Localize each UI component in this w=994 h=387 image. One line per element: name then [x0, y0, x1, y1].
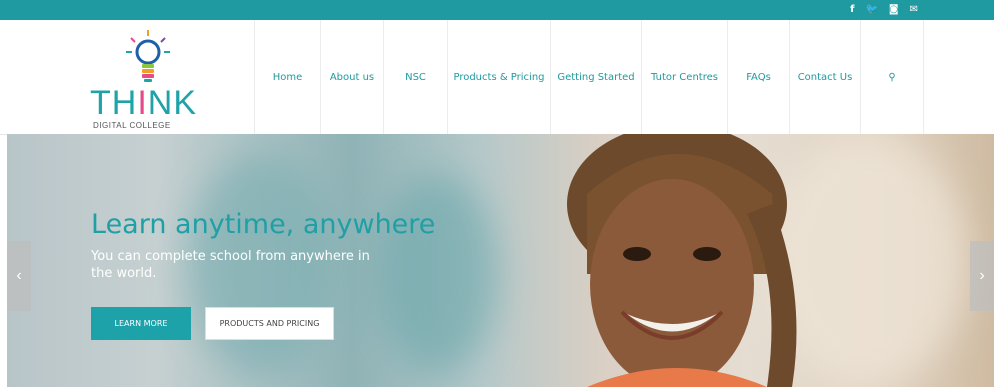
hero-slider: Learn anytime, anywhere You can complete… [7, 134, 994, 387]
nav-item-tutor-centres[interactable]: Tutor Centres [641, 20, 727, 134]
logo-tagline: DIGITAL COLLEGE [93, 121, 171, 130]
next-slide-button[interactable]: › [970, 241, 994, 311]
nav-item-getting-started[interactable]: Getting Started [550, 20, 641, 134]
twitter-icon[interactable]: 🐦 [865, 3, 877, 17]
student-photo [567, 134, 797, 387]
products-pricing-button[interactable]: PRODUCTS AND PRICING [205, 307, 334, 340]
logo[interactable]: THINK DIGITAL COLLEGE [90, 28, 205, 132]
hero-subtitle: You can complete school from anywhere in… [91, 249, 370, 281]
logo-wordmark: THINK [90, 84, 198, 122]
nav-item-about-us[interactable]: About us [320, 20, 383, 134]
hero-title: Learn anytime, anywhere [91, 209, 436, 240]
previous-slide-button[interactable]: ‹ [7, 241, 31, 311]
social-links: f 🐦 ◙ ✉ [850, 3, 918, 17]
instagram-icon[interactable]: ◙ [889, 3, 899, 17]
nav-item-faqs[interactable]: FAQs [727, 20, 789, 134]
mail-icon[interactable]: ✉ [910, 3, 918, 17]
search-icon[interactable]: ⚲ [860, 20, 924, 134]
nav-item-nsc[interactable]: NSC [383, 20, 447, 134]
learn-more-button[interactable]: LEARN MORE [91, 307, 191, 340]
nav-item-products-pricing[interactable]: Products & Pricing [447, 20, 550, 134]
chevron-right-icon: › [979, 267, 985, 284]
nav-item-contact-us[interactable]: Contact Us [789, 20, 860, 134]
lightbulb-icon [126, 30, 170, 82]
site-header: THINK DIGITAL COLLEGE Home About us NSC … [0, 20, 994, 135]
background-blur [377, 174, 497, 374]
chevron-left-icon: ‹ [16, 267, 22, 284]
nav-item-home[interactable]: Home [254, 20, 320, 134]
facebook-icon[interactable]: f [850, 3, 854, 17]
main-nav: Home About us NSC Products & Pricing Get… [254, 20, 924, 134]
top-bar: f 🐦 ◙ ✉ [0, 0, 994, 20]
